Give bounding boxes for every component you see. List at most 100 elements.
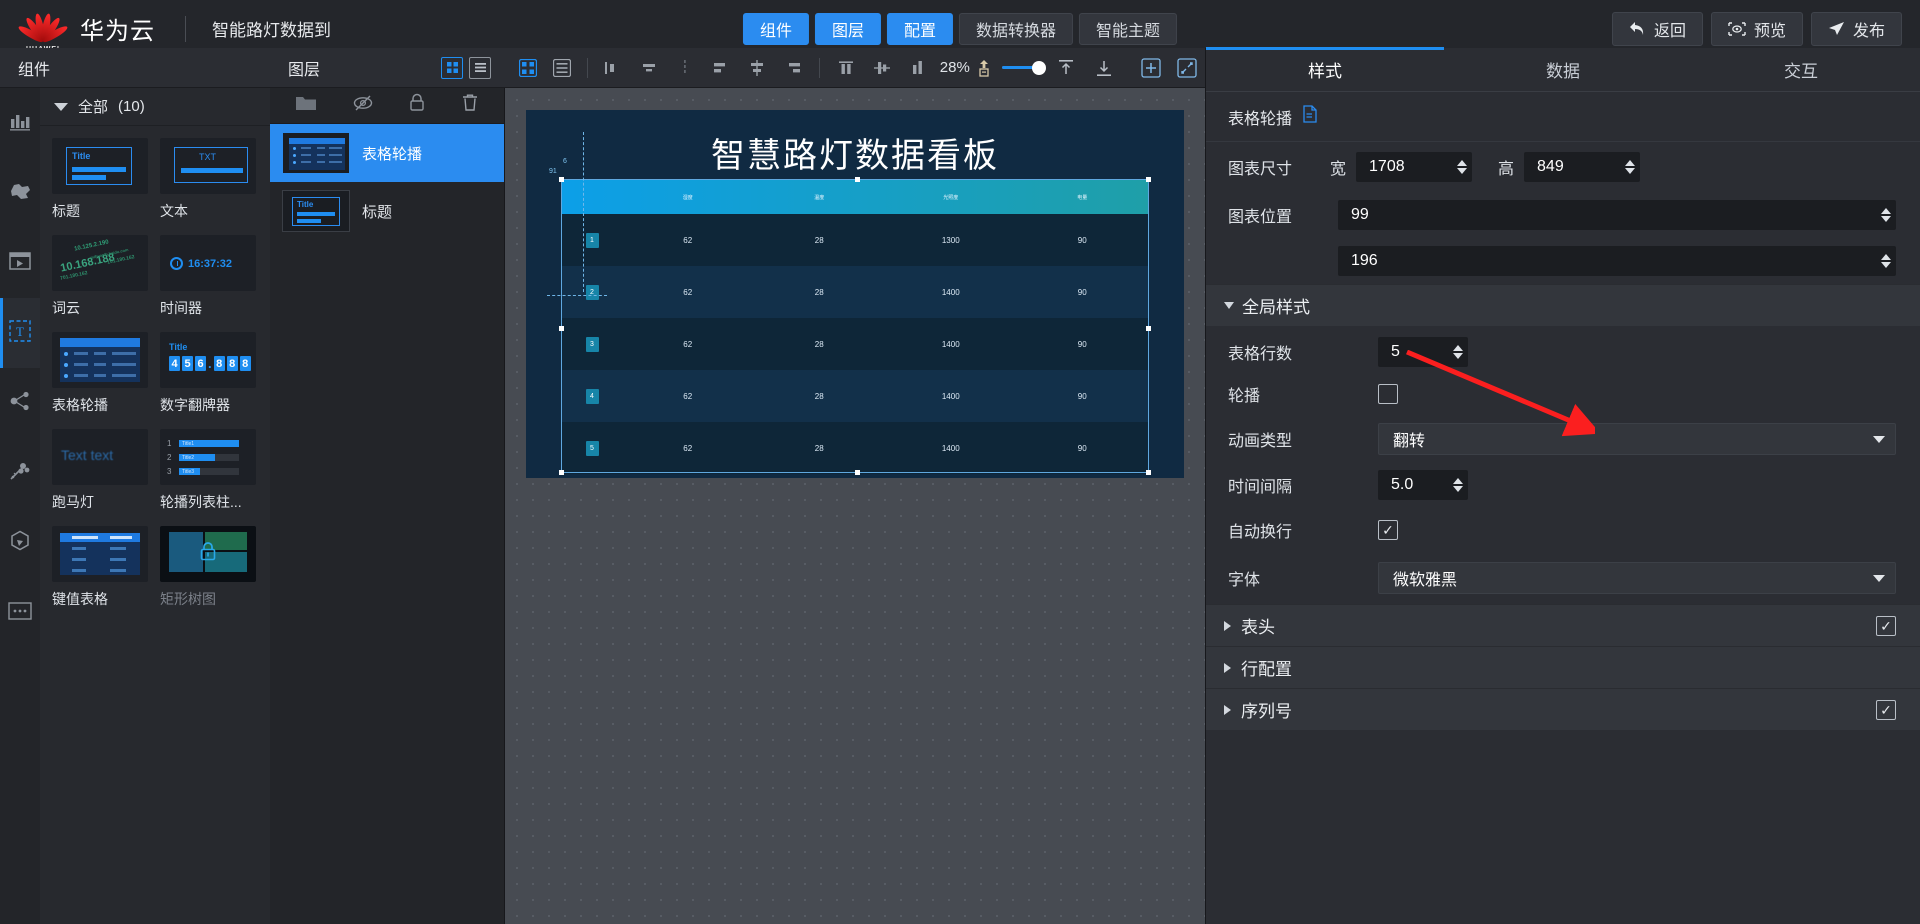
serial-number-checkbox[interactable] [1876, 699, 1896, 720]
rows-count-input[interactable]: 5 [1378, 337, 1468, 367]
component-item-wordcloud[interactable]: 10.168.188 10.125.2.190 701.180.162 101.… [52, 235, 148, 318]
fit-screen-icon[interactable] [974, 55, 994, 81]
fullscreen-icon[interactable] [1177, 55, 1197, 81]
width-stepper[interactable] [1457, 160, 1468, 174]
height-input[interactable]: 849 [1524, 152, 1641, 182]
stepper-up-icon[interactable] [1881, 254, 1891, 260]
stepper-down-icon[interactable] [1881, 216, 1891, 222]
align-middle-icon[interactable] [747, 55, 767, 81]
table-header-checkbox[interactable] [1876, 615, 1896, 636]
vertical-bottom-icon[interactable] [1093, 55, 1115, 81]
component-label: 矩形树图 [160, 591, 216, 607]
distribute-left-icon[interactable] [711, 55, 731, 81]
stepper-down-icon[interactable] [1881, 262, 1891, 268]
stepper-up-icon[interactable] [1453, 345, 1463, 351]
back-button[interactable]: 返回 [1611, 11, 1703, 46]
document-icon[interactable] [1302, 105, 1318, 128]
align-bottom-icon[interactable] [908, 55, 928, 81]
stepper-up-icon[interactable] [1881, 208, 1891, 214]
position-y-input[interactable]: 196 [1338, 246, 1896, 276]
publish-button[interactable]: 发布 [1810, 11, 1902, 46]
stepper-up-icon[interactable] [1457, 160, 1468, 166]
tab-config[interactable]: 配置 [886, 12, 954, 45]
stepper-down-icon[interactable] [1453, 353, 1463, 359]
grid-view-icon[interactable] [519, 55, 537, 81]
component-item-marquee[interactable]: Text text 跑马灯 [52, 429, 148, 512]
rail-item-decoration[interactable] [0, 438, 40, 508]
width-input[interactable]: 1708 [1356, 152, 1473, 182]
rail-item-map[interactable] [0, 158, 40, 228]
vertical-top-icon[interactable] [1055, 55, 1077, 81]
trash-icon[interactable] [461, 93, 479, 118]
tab-data-converter[interactable]: 数据转换器 [959, 12, 1074, 45]
align-center-h-icon[interactable] [639, 55, 659, 81]
marquee-thumb: Text text [52, 429, 148, 485]
eye-off-icon[interactable] [352, 95, 374, 116]
global-style-section-header[interactable]: 全局样式 [1206, 284, 1920, 326]
rail-item-text[interactable]: T [0, 298, 40, 368]
align-center-v-icon[interactable] [872, 55, 892, 81]
rail-item-media[interactable] [0, 228, 40, 298]
section-row-config[interactable]: 行配置 [1206, 646, 1920, 688]
component-item-text[interactable]: TXT 文本 [160, 138, 256, 221]
tab-smart-theme[interactable]: 智能主题 [1079, 12, 1178, 45]
align-right-icon[interactable] [675, 55, 695, 81]
tab-style[interactable]: 样式 [1206, 47, 1444, 91]
zoom-slider[interactable] [1001, 55, 1046, 81]
position-x-input[interactable]: 99 [1338, 200, 1896, 230]
align-top-icon[interactable] [836, 55, 856, 81]
rail-item-more[interactable] [0, 578, 40, 648]
tab-interaction[interactable]: 交互 [1682, 48, 1920, 91]
stepper-up-icon[interactable] [1625, 160, 1636, 166]
component-item-title[interactable]: Title 标题 [52, 138, 148, 221]
tab-data[interactable]: 数据 [1444, 48, 1682, 91]
component-item-treemap[interactable]: 矩形树图 [160, 526, 256, 609]
component-item-kv-table[interactable]: 键值表格 [52, 526, 148, 609]
rail-item-material[interactable] [0, 508, 40, 578]
component-label: 数字翻牌器 [160, 397, 230, 413]
stepper-up-icon[interactable] [1453, 478, 1463, 484]
align-left-icon[interactable] [603, 55, 623, 81]
font-select[interactable]: 微软雅黑 [1378, 562, 1896, 594]
layer-item-title[interactable]: Title 标题 [270, 182, 504, 240]
design-canvas[interactable]: 智慧路灯数据看板 湿度 温度 光照度 电量 1 62 28 1300 90 2 … [505, 88, 1205, 924]
position-x-stepper[interactable] [1881, 208, 1891, 222]
component-item-flipper[interactable]: Title 456 .888 数字翻牌器 [160, 332, 256, 415]
component-item-timer[interactable]: 16:37:32 时间器 [160, 235, 256, 318]
distribute-right-icon[interactable] [783, 55, 803, 81]
preview-button[interactable]: 预览 [1710, 11, 1803, 46]
folder-icon[interactable] [295, 94, 317, 117]
add-icon[interactable] [1141, 55, 1161, 81]
animation-type-select[interactable]: 翻转 [1378, 423, 1896, 455]
interval-input[interactable]: 5.0 [1378, 470, 1468, 500]
wrap-checkbox[interactable] [1378, 520, 1398, 540]
stepper-down-icon[interactable] [1457, 168, 1468, 174]
component-item-carousel-list[interactable]: 1 Title1 2 Title2 3 Title3 轮播列表柱... [160, 429, 256, 512]
tab-layers[interactable]: 图层 [814, 12, 881, 45]
carousel-table[interactable]: 湿度 温度 光照度 电量 1 62 28 1300 90 2 62 28 140… [562, 180, 1148, 474]
interval-label: 时间间隔 [1228, 479, 1293, 496]
flipper-thumb-title: Title [169, 342, 188, 352]
layer-item-table-carousel[interactable]: 表格轮播 [270, 124, 504, 182]
rows-count-row: 表格行数 5 [1206, 326, 1920, 372]
stepper-down-icon[interactable] [1625, 168, 1636, 174]
tab-components[interactable]: 组件 [742, 12, 809, 45]
section-table-header[interactable]: 表头 [1206, 604, 1920, 646]
list-view-icon[interactable] [553, 55, 571, 81]
section-serial-number[interactable]: 序列号 [1206, 688, 1920, 730]
height-stepper[interactable] [1625, 160, 1636, 174]
dashboard-preview[interactable]: 智慧路灯数据看板 湿度 温度 光照度 电量 1 62 28 1300 90 2 … [526, 110, 1184, 478]
stepper-down-icon[interactable] [1453, 486, 1463, 492]
lock-icon[interactable] [408, 93, 426, 118]
section-label: 表头 [1241, 618, 1275, 637]
rail-item-relation[interactable] [0, 368, 40, 438]
grid-view-icon[interactable] [441, 56, 463, 79]
component-item-table-carousel[interactable]: 表格轮播 [52, 332, 148, 415]
rows-count-stepper[interactable] [1453, 345, 1463, 359]
list-view-icon[interactable] [469, 56, 491, 79]
rail-item-chart[interactable] [0, 88, 40, 158]
component-group-header[interactable]: 全部 (10) [40, 88, 270, 126]
position-y-stepper[interactable] [1881, 254, 1891, 268]
carousel-checkbox[interactable] [1378, 384, 1398, 404]
interval-stepper[interactable] [1453, 478, 1463, 492]
